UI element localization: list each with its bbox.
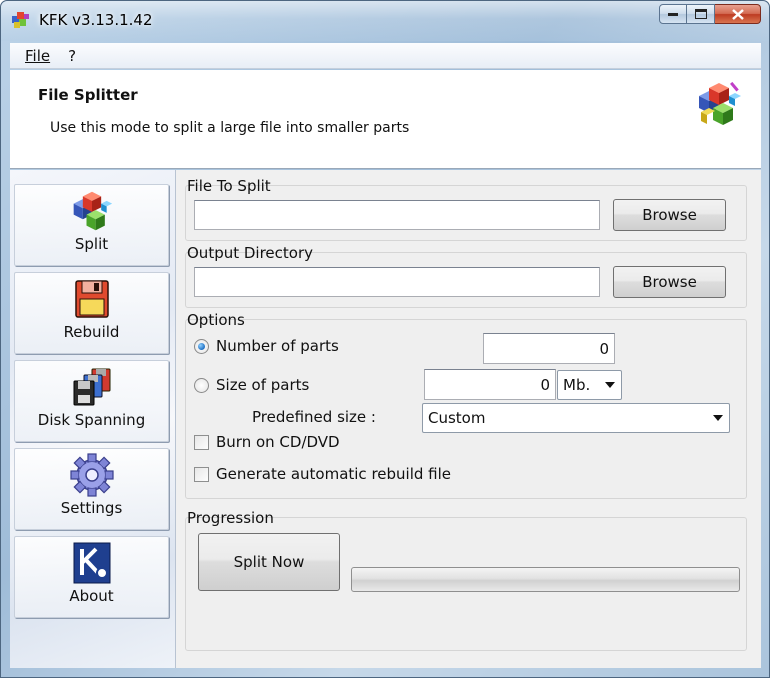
gear-icon bbox=[69, 453, 114, 497]
sidebar-item-label: Disk Spanning bbox=[37, 411, 146, 429]
options-label: Options bbox=[187, 311, 245, 329]
progress-bar bbox=[351, 567, 740, 592]
size-of-parts-radio[interactable] bbox=[194, 378, 209, 393]
mode-header: File Splitter Use this mode to split a l… bbox=[10, 70, 761, 169]
split-cubes-icon bbox=[73, 191, 112, 231]
sidebar-item-label: About bbox=[69, 587, 114, 605]
sidebar-item-about[interactable]: About bbox=[14, 536, 169, 618]
disk-spanning-icon bbox=[73, 368, 110, 406]
burn-cd-checkbox[interactable] bbox=[194, 435, 209, 450]
sidebar-item-disk-spanning[interactable]: Disk Spanning bbox=[14, 360, 169, 442]
maximize-button[interactable] bbox=[687, 4, 715, 24]
size-unit-select[interactable]: Mb. bbox=[557, 370, 622, 400]
sidebar-item-label: Settings bbox=[60, 499, 123, 517]
menu-help[interactable]: ? bbox=[59, 47, 85, 65]
menu-file[interactable]: File bbox=[16, 47, 59, 65]
browse-directory-button[interactable]: Browse bbox=[613, 266, 726, 298]
number-of-parts-label: Number of parts bbox=[216, 337, 339, 355]
size-of-parts-input[interactable]: 0 bbox=[424, 369, 556, 400]
minimize-icon bbox=[668, 13, 678, 16]
file-to-split-label: File To Split bbox=[187, 177, 271, 195]
page-title: File Splitter bbox=[38, 86, 138, 104]
size-unit-value: Mb. bbox=[563, 376, 591, 394]
about-k-icon bbox=[73, 542, 110, 584]
predefined-size-select[interactable]: Custom bbox=[422, 403, 730, 433]
app-icon bbox=[12, 12, 29, 28]
size-of-parts-label: Size of parts bbox=[216, 376, 310, 394]
menu-bar: File ? bbox=[10, 43, 761, 69]
split-now-button[interactable]: Split Now bbox=[198, 533, 340, 591]
progression-label: Progression bbox=[187, 509, 274, 527]
chevron-down-icon bbox=[713, 415, 723, 421]
minimize-button[interactable] bbox=[659, 4, 687, 24]
sidebar-item-split[interactable]: Split bbox=[14, 184, 169, 266]
sidebar-item-rebuild[interactable]: Rebuild bbox=[14, 272, 169, 354]
menu-file-label: File bbox=[25, 46, 51, 65]
generate-rebuild-label: Generate automatic rebuild file bbox=[216, 465, 452, 483]
rebuild-floppy-icon bbox=[74, 280, 109, 318]
page-description: Use this mode to split a large file into… bbox=[50, 120, 410, 136]
output-directory-input[interactable] bbox=[194, 267, 600, 297]
sidebar-item-settings[interactable]: Settings bbox=[14, 448, 169, 530]
number-of-parts-radio[interactable] bbox=[194, 339, 209, 354]
burn-cd-label: Burn on CD/DVD bbox=[216, 433, 340, 451]
generate-rebuild-checkbox[interactable] bbox=[194, 467, 209, 482]
sidebar-item-label: Split bbox=[74, 235, 109, 253]
maximize-icon bbox=[694, 9, 707, 19]
app-window: KFK v3.13.1.42 File ? File Splitter Use … bbox=[0, 0, 770, 678]
split-cubes-icon bbox=[699, 81, 741, 125]
output-directory-label: Output Directory bbox=[187, 244, 314, 262]
chevron-down-icon bbox=[605, 382, 615, 388]
title-bar[interactable]: KFK v3.13.1.42 bbox=[1, 1, 769, 41]
predefined-size-value: Custom bbox=[428, 409, 486, 427]
window-title: KFK v3.13.1.42 bbox=[39, 11, 153, 29]
file-to-split-input[interactable] bbox=[194, 200, 600, 230]
mode-sidebar: Split Rebuild Disk Spanning Settings Abo… bbox=[10, 170, 176, 668]
close-icon bbox=[731, 8, 744, 20]
close-button[interactable] bbox=[715, 4, 761, 24]
browse-file-button[interactable]: Browse bbox=[613, 199, 726, 231]
predefined-size-label: Predefined size : bbox=[252, 408, 376, 426]
sidebar-item-label: Rebuild bbox=[63, 323, 120, 341]
number-of-parts-input[interactable]: 0 bbox=[483, 333, 615, 364]
